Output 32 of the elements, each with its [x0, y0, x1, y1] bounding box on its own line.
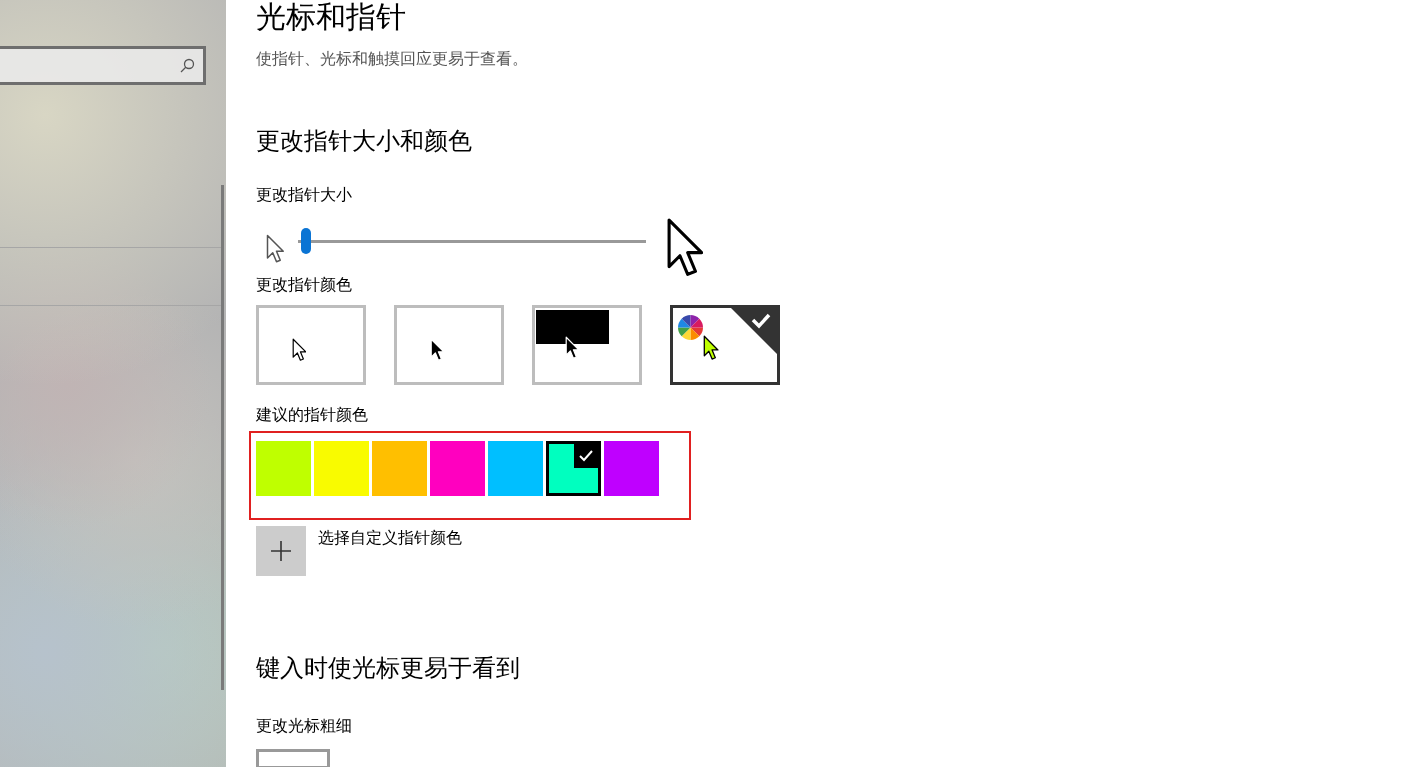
section-label: 建议的指针颜色 — [256, 404, 369, 426]
search-field[interactable] — [0, 46, 206, 85]
slider-label: 更改指针大小 — [256, 184, 353, 206]
cursor-icon — [666, 217, 704, 279]
add-color-button[interactable] — [256, 526, 306, 576]
selected-check-icon — [731, 308, 777, 354]
color-swatch[interactable] — [256, 441, 311, 496]
color-swatch[interactable] — [604, 441, 659, 496]
color-wheel-icon — [678, 315, 703, 340]
color-swatch[interactable] — [430, 441, 485, 496]
scrollbar[interactable] — [221, 185, 224, 690]
plus-icon — [270, 540, 292, 562]
search-icon — [179, 57, 195, 74]
section-heading: 更改指针大小和颜色 — [256, 126, 473, 157]
color-swatch[interactable] — [314, 441, 369, 496]
pointer-style-option[interactable] — [670, 305, 780, 385]
color-swatch[interactable] — [546, 441, 601, 496]
custom-color-label: 选择自定义指针颜色 — [318, 527, 462, 549]
section-heading: 键入时使光标更易于看到 — [256, 653, 521, 684]
cursor-icon — [292, 337, 307, 362]
pointer-style-option[interactable] — [532, 305, 642, 385]
color-swatch[interactable] — [488, 441, 543, 496]
cursor-icon — [565, 335, 580, 360]
slider-thumb[interactable] — [301, 228, 311, 254]
page-description: 使指针、光标和触摸回应更易于查看。 — [256, 48, 529, 70]
cursor-icon — [266, 234, 284, 264]
section-label: 更改光标粗细 — [256, 715, 353, 737]
cursor-icon — [703, 335, 719, 361]
page-title: 光标和指针 — [256, 0, 407, 33]
section-label: 更改指针颜色 — [256, 274, 353, 296]
check-icon — [574, 444, 598, 468]
color-swatch[interactable] — [372, 441, 427, 496]
